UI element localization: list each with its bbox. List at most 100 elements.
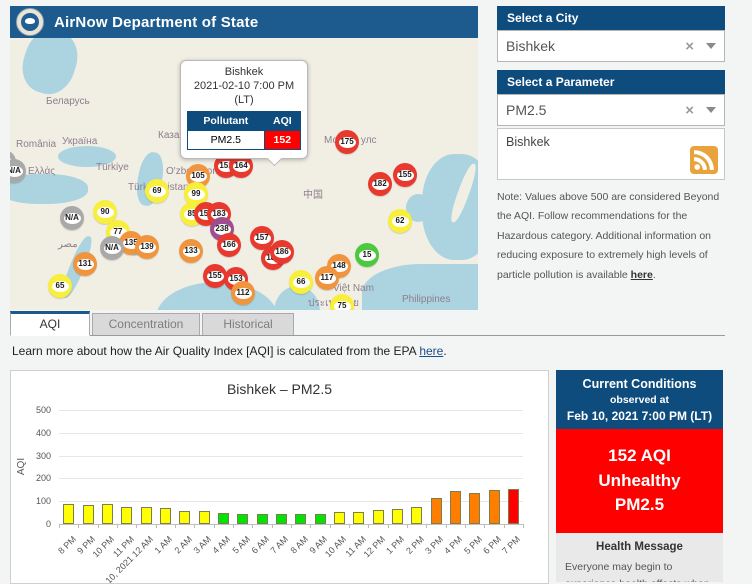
chart-bar[interactable] <box>489 490 500 524</box>
aqi-marker[interactable]: 186 <box>270 240 294 264</box>
chart-bar[interactable] <box>373 510 384 524</box>
health-message-text: Everyone may begin to experience health … <box>565 559 714 582</box>
chart-x-tick <box>465 524 466 528</box>
aqi-marker[interactable]: 66 <box>289 270 313 294</box>
aqi-marker-value: 182 <box>372 179 389 190</box>
tab-aqi[interactable]: AQI <box>10 311 90 336</box>
chart-bar[interactable] <box>334 512 345 524</box>
chart-y-tick-label: 100 <box>19 496 51 506</box>
map-country-label: مصر <box>58 239 78 250</box>
chart-bar[interactable] <box>237 514 248 524</box>
chart-bar[interactable] <box>431 498 442 524</box>
map[interactable]: БеларусьУкраїнаRomâniaΕλλάςTürkiyeКазахс… <box>10 38 478 310</box>
aqi-marker-value: 131 <box>77 259 94 270</box>
chart-x-tick <box>252 524 253 528</box>
parameter-select-value: PM2.5 <box>506 102 685 118</box>
chart-bar[interactable] <box>295 514 306 524</box>
chart-bar[interactable] <box>257 514 268 524</box>
health-message-block: Health Message Everyone may begin to exp… <box>556 533 723 582</box>
tab-concentration[interactable]: Concentration <box>92 313 200 335</box>
chart-bar[interactable] <box>141 507 152 524</box>
chart-bar[interactable] <box>160 508 171 524</box>
chart-x-tick <box>426 524 427 528</box>
city-select[interactable]: Bishkek × <box>497 30 725 62</box>
health-message-title: Health Message <box>565 541 714 553</box>
learn-more-text: Learn more about how the Air Quality Ind… <box>12 344 447 358</box>
tooltip-city: Bishkek <box>187 66 301 80</box>
aqi-marker-value: N/A <box>104 243 121 254</box>
city-select-value: Bishkek <box>506 38 685 54</box>
chart-bar[interactable] <box>199 511 210 524</box>
chart-bar[interactable] <box>83 505 94 524</box>
tooltip-table: Pollutant AQI PM2.5 152 <box>187 111 301 150</box>
rss-box: Bishkek <box>497 128 725 180</box>
aqi-marker[interactable]: 112 <box>231 281 255 305</box>
aqi-marker[interactable]: 15 <box>355 243 379 267</box>
tabbar-divider <box>10 335 725 336</box>
aqi-marker[interactable]: N/A <box>60 206 84 230</box>
learn-more-link[interactable]: here <box>419 344 443 358</box>
chart-bar[interactable] <box>121 507 132 524</box>
map-country-label: Ελλάς <box>28 166 55 177</box>
chart-bar[interactable] <box>315 514 326 524</box>
chart-bar[interactable] <box>392 509 403 524</box>
chevron-down-icon[interactable] <box>706 43 716 49</box>
chart-gridline <box>59 410 523 411</box>
rss-city-label: Bishkek <box>506 135 716 149</box>
chart-bar[interactable] <box>218 513 229 524</box>
aqi-marker[interactable]: 175 <box>335 130 359 154</box>
aqi-marker[interactable]: 133 <box>179 239 203 263</box>
chart-x-tick <box>446 524 447 528</box>
current-conditions-panel: Current Conditions observed at Feb 10, 2… <box>556 370 723 582</box>
aqi-marker[interactable]: 155 <box>393 163 417 187</box>
aqi-marker-value: 133 <box>183 246 200 257</box>
note-link[interactable]: here <box>631 269 653 281</box>
chart-gridline <box>59 478 523 479</box>
aqi-marker[interactable]: 65 <box>48 274 72 298</box>
aqi-value-block: 152 AQI Unhealthy PM2.5 <box>556 429 723 533</box>
map-water <box>15 38 84 100</box>
aqi-marker-value: 166 <box>221 240 238 251</box>
chart-bar[interactable] <box>63 504 74 524</box>
chart-x-tick <box>156 524 157 528</box>
chart-x-tick <box>310 524 311 528</box>
chart-bar[interactable] <box>276 514 287 524</box>
aqi-marker[interactable]: 69 <box>145 179 169 203</box>
chart-y-tick-label: 300 <box>19 451 51 461</box>
chart-x-tick <box>349 524 350 528</box>
aqi-marker[interactable]: 131 <box>73 252 97 276</box>
parameter-select[interactable]: PM2.5 × <box>497 94 725 126</box>
aqi-marker[interactable]: 182 <box>368 172 392 196</box>
chart-bar[interactable] <box>102 504 113 524</box>
tooltip-pollutant-value: PM2.5 <box>188 131 265 150</box>
rss-icon[interactable] <box>690 146 718 174</box>
aqi-marker-value: 66 <box>293 277 310 288</box>
chart-bar[interactable] <box>450 491 461 524</box>
chart-bar[interactable] <box>469 493 480 524</box>
aqi-marker[interactable]: 166 <box>217 233 241 257</box>
chart-bar[interactable] <box>508 489 519 524</box>
chevron-down-icon[interactable] <box>706 107 716 113</box>
observed-datetime: Feb 10, 2021 7:00 PM (LT) <box>560 409 719 423</box>
aqi-marker-value: 112 <box>235 288 252 299</box>
chart-bar[interactable] <box>179 511 190 524</box>
chart-y-tick-label: 0 <box>19 519 51 529</box>
map-country-label: 中国 <box>303 186 323 201</box>
clear-parameter-icon[interactable]: × <box>685 102 694 119</box>
aqi-marker[interactable]: 62 <box>388 209 412 233</box>
tab-historical[interactable]: Historical <box>202 313 294 335</box>
aqi-marker-value: 105 <box>190 171 207 182</box>
aqi-marker[interactable]: 117 <box>315 266 339 290</box>
select-parameter-header: Select a Parameter <box>497 70 725 94</box>
aqi-marker-value: N/A <box>64 213 81 224</box>
chart-bar[interactable] <box>353 512 364 524</box>
aqi-marker[interactable]: N/A <box>100 236 124 260</box>
clear-city-icon[interactable]: × <box>685 38 694 55</box>
aqi-marker[interactable]: 139 <box>135 235 159 259</box>
learn-more-before: Learn more about how the Air Quality Ind… <box>12 344 419 358</box>
aqi-marker-value: 139 <box>139 242 156 253</box>
chart-bar[interactable] <box>411 507 422 524</box>
aqi-marker-value: N/A <box>10 166 23 177</box>
map-country-label: Україна <box>62 136 97 147</box>
chart-x-tick <box>175 524 176 528</box>
